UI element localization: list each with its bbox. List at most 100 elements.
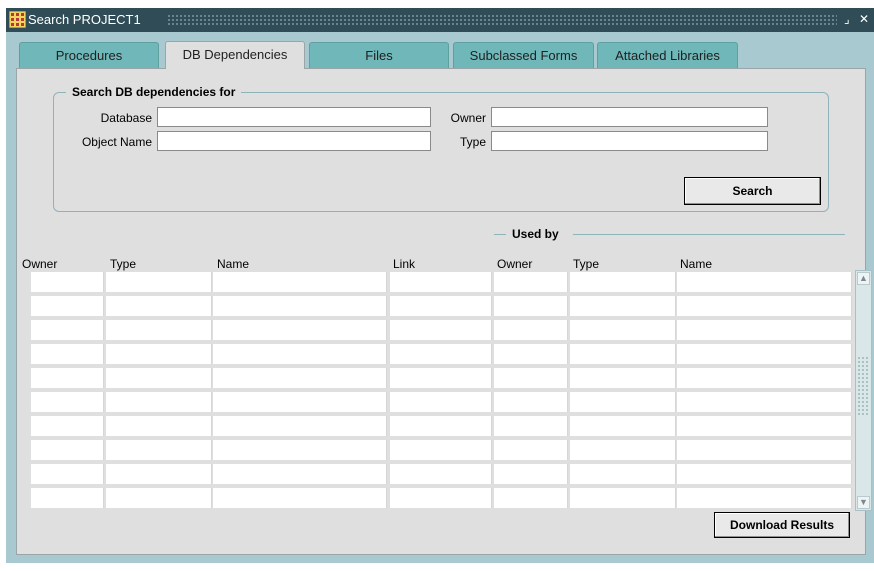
scroll-up-icon[interactable]: ▲ bbox=[857, 272, 870, 285]
result-cell[interactable] bbox=[31, 320, 104, 340]
result-cell[interactable] bbox=[213, 464, 387, 484]
result-cell[interactable] bbox=[390, 440, 492, 460]
result-cell[interactable] bbox=[390, 464, 492, 484]
close-icon[interactable]: ✕ bbox=[859, 12, 869, 26]
result-cell[interactable] bbox=[106, 296, 212, 316]
object-name-input[interactable] bbox=[157, 131, 431, 151]
tab-db-dependencies[interactable]: DB Dependencies bbox=[165, 41, 305, 69]
result-cell[interactable] bbox=[494, 488, 568, 508]
result-cell[interactable] bbox=[31, 272, 104, 292]
result-cell[interactable] bbox=[31, 416, 104, 436]
result-cell[interactable] bbox=[213, 416, 387, 436]
result-cell[interactable] bbox=[677, 344, 852, 364]
window-title: Search PROJECT1 bbox=[28, 12, 141, 27]
result-cell[interactable] bbox=[570, 320, 676, 340]
result-cell[interactable] bbox=[677, 296, 852, 316]
result-cell[interactable] bbox=[390, 272, 492, 292]
result-cell[interactable] bbox=[570, 368, 676, 388]
result-cell[interactable] bbox=[390, 368, 492, 388]
col-header-link: Link bbox=[393, 257, 416, 271]
search-window: Search PROJECT1 ⌟ ✕ Procedures DB Depend… bbox=[6, 8, 874, 563]
result-cell[interactable] bbox=[106, 272, 212, 292]
result-cell[interactable] bbox=[106, 416, 212, 436]
result-cell[interactable] bbox=[213, 344, 387, 364]
result-cell[interactable] bbox=[106, 464, 212, 484]
tab-subclassed-forms[interactable]: Subclassed Forms bbox=[453, 42, 594, 68]
result-cell[interactable] bbox=[677, 440, 852, 460]
result-cell[interactable] bbox=[213, 488, 387, 508]
result-cell[interactable] bbox=[106, 488, 212, 508]
result-cell[interactable] bbox=[31, 392, 104, 412]
result-cell[interactable] bbox=[570, 296, 676, 316]
search-button[interactable]: Search bbox=[684, 177, 821, 205]
scroll-thumb[interactable] bbox=[857, 356, 870, 416]
title-bar[interactable]: Search PROJECT1 ⌟ ✕ bbox=[6, 8, 874, 32]
minimize-icon[interactable]: ⌟ bbox=[844, 12, 850, 26]
tab-files[interactable]: Files bbox=[309, 42, 449, 68]
result-cell[interactable] bbox=[570, 464, 676, 484]
tab-attached-libraries[interactable]: Attached Libraries bbox=[597, 42, 738, 68]
type-input[interactable] bbox=[491, 131, 768, 151]
result-cell[interactable] bbox=[31, 488, 104, 508]
result-cell[interactable] bbox=[494, 344, 568, 364]
result-cell[interactable] bbox=[106, 368, 212, 388]
result-cell[interactable] bbox=[31, 464, 104, 484]
result-cell[interactable] bbox=[213, 392, 387, 412]
result-cell[interactable] bbox=[213, 320, 387, 340]
title-drag-grip[interactable] bbox=[167, 14, 837, 26]
result-cell[interactable] bbox=[390, 488, 492, 508]
result-cell[interactable] bbox=[570, 488, 676, 508]
result-cell[interactable] bbox=[390, 296, 492, 316]
result-cell[interactable] bbox=[570, 416, 676, 436]
result-cell[interactable] bbox=[494, 272, 568, 292]
result-cell[interactable] bbox=[494, 320, 568, 340]
database-input[interactable] bbox=[157, 107, 431, 127]
result-cell[interactable] bbox=[494, 440, 568, 460]
result-cell[interactable] bbox=[106, 344, 212, 364]
result-cell[interactable] bbox=[677, 464, 852, 484]
result-cell[interactable] bbox=[677, 392, 852, 412]
result-cell[interactable] bbox=[570, 440, 676, 460]
result-cell[interactable] bbox=[106, 392, 212, 412]
result-cell[interactable] bbox=[31, 296, 104, 316]
owner-input[interactable] bbox=[491, 107, 768, 127]
col-header-name: Name bbox=[217, 257, 250, 271]
result-cell[interactable] bbox=[570, 392, 676, 412]
result-cell[interactable] bbox=[213, 272, 387, 292]
search-group-title: Search DB dependencies for bbox=[66, 85, 242, 99]
result-cell[interactable] bbox=[390, 416, 492, 436]
scroll-down-icon[interactable]: ▼ bbox=[857, 496, 870, 509]
col-header-usedby-name: Name bbox=[680, 257, 713, 271]
result-cell[interactable] bbox=[106, 320, 212, 340]
result-cell[interactable] bbox=[677, 272, 852, 292]
grid-app-icon bbox=[9, 11, 26, 28]
results-scrollbar[interactable]: ▲ ▼ bbox=[855, 270, 872, 511]
result-cell[interactable] bbox=[390, 344, 492, 364]
result-cell[interactable] bbox=[570, 272, 676, 292]
type-label: Type bbox=[459, 135, 486, 149]
result-cell[interactable] bbox=[677, 416, 852, 436]
result-cell[interactable] bbox=[494, 296, 568, 316]
result-cell[interactable] bbox=[494, 392, 568, 412]
col-header-owner: Owner bbox=[22, 257, 58, 271]
result-cell[interactable] bbox=[390, 320, 492, 340]
result-cell[interactable] bbox=[494, 464, 568, 484]
result-cell[interactable] bbox=[213, 440, 387, 460]
result-cell[interactable] bbox=[494, 416, 568, 436]
used-by-divider-left bbox=[494, 234, 506, 235]
result-cell[interactable] bbox=[390, 392, 492, 412]
result-cell[interactable] bbox=[31, 368, 104, 388]
result-cell[interactable] bbox=[213, 368, 387, 388]
result-cell[interactable] bbox=[570, 344, 676, 364]
result-cell[interactable] bbox=[677, 488, 852, 508]
result-cell[interactable] bbox=[31, 440, 104, 460]
result-cell[interactable] bbox=[677, 368, 852, 388]
result-cell[interactable] bbox=[213, 296, 387, 316]
result-cell[interactable] bbox=[677, 320, 852, 340]
tab-procedures[interactable]: Procedures bbox=[19, 42, 159, 68]
result-cell[interactable] bbox=[494, 368, 568, 388]
result-cell[interactable] bbox=[31, 344, 104, 364]
result-cell[interactable] bbox=[106, 440, 212, 460]
col-header-type: Type bbox=[110, 257, 137, 271]
download-results-button[interactable]: Download Results bbox=[714, 512, 850, 538]
